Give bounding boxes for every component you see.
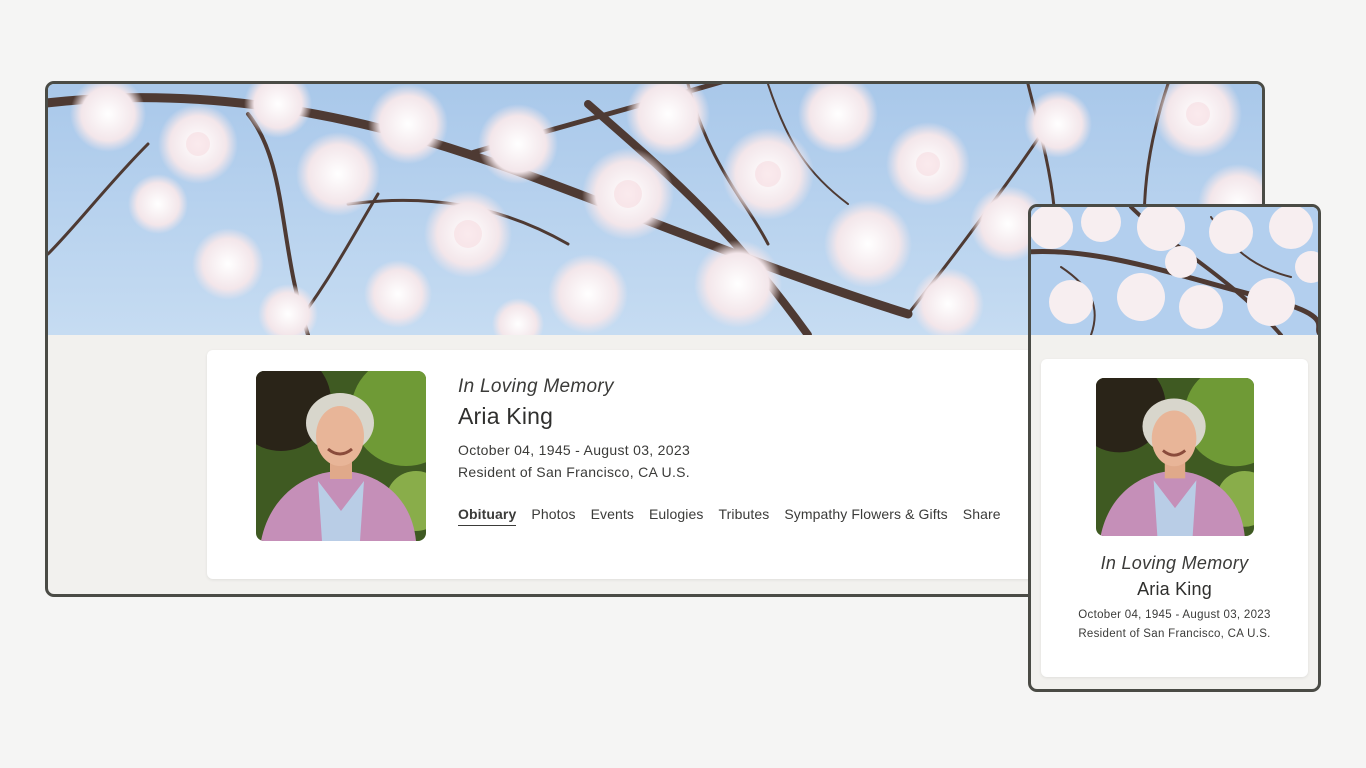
residence: Resident of San Francisco, CA U.S. <box>458 464 690 480</box>
tab-events[interactable]: Events <box>591 506 634 526</box>
residence-mobile: Resident of San Francisco, CA U.S. <box>1078 628 1271 640</box>
tab-sympathy-flowers-gifts[interactable]: Sympathy Flowers & Gifts <box>784 506 947 526</box>
mobile-preview: In Loving Memory Aria King October 04, 1… <box>1028 204 1321 692</box>
deceased-name: Aria King <box>458 403 554 429</box>
memorial-card-mobile: In Loving Memory Aria King October 04, 1… <box>1041 359 1308 677</box>
memorial-tabs: Obituary Photos Events Eulogies Tributes… <box>458 506 1001 526</box>
tab-eulogies[interactable]: Eulogies <box>649 506 704 526</box>
tab-obituary[interactable]: Obituary <box>458 506 517 526</box>
memory-heading: In Loving Memory <box>458 376 614 397</box>
life-dates: October 04, 1945 - August 03, 2023 <box>458 442 691 458</box>
memory-heading-mobile: In Loving Memory <box>1100 553 1249 573</box>
life-dates-mobile: October 04, 1945 - August 03, 2023 <box>1078 609 1271 621</box>
deceased-name-mobile: Aria King <box>1137 579 1212 599</box>
tab-photos[interactable]: Photos <box>531 506 575 526</box>
tab-tributes[interactable]: Tributes <box>718 506 769 526</box>
memorial-card: In Loving Memory Aria King October 04, 1… <box>207 350 1107 579</box>
cherry-blossom-banner-mobile <box>1031 207 1318 335</box>
tab-share[interactable]: Share <box>963 506 1001 526</box>
portrait-photo <box>256 371 426 541</box>
portrait-photo-mobile <box>1095 378 1254 536</box>
